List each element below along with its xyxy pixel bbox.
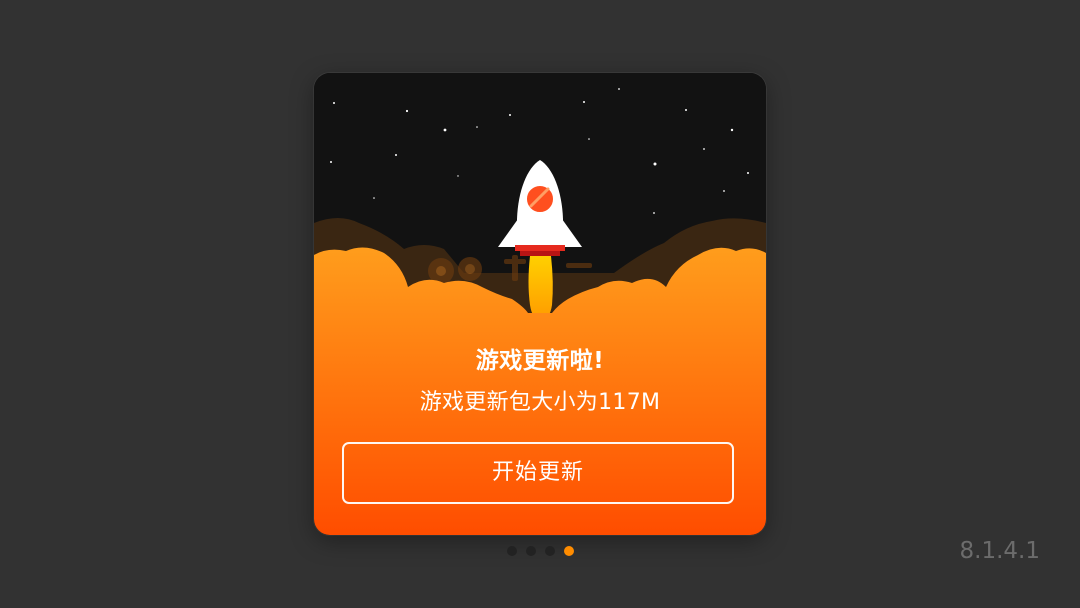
page-indicator xyxy=(0,546,1080,558)
page-dot xyxy=(525,546,536,556)
rocket-flame xyxy=(528,256,553,321)
page-dot xyxy=(506,546,517,556)
update-dialog: 游戏更新啦! 游戏更新包大小为117M 开始更新 xyxy=(314,73,766,535)
update-screen: 游戏更新啦! 游戏更新包大小为117M 开始更新 8.1.4.1 xyxy=(0,0,1080,608)
page-dot-active xyxy=(563,546,574,556)
start-update-button[interactable]: 开始更新 xyxy=(342,442,734,504)
page-dot xyxy=(544,546,555,556)
dialog-title: 游戏更新啦! xyxy=(475,348,605,374)
version-label: 8.1.4.1 xyxy=(959,538,1040,564)
update-size-text: 游戏更新包大小为117M xyxy=(419,390,661,415)
